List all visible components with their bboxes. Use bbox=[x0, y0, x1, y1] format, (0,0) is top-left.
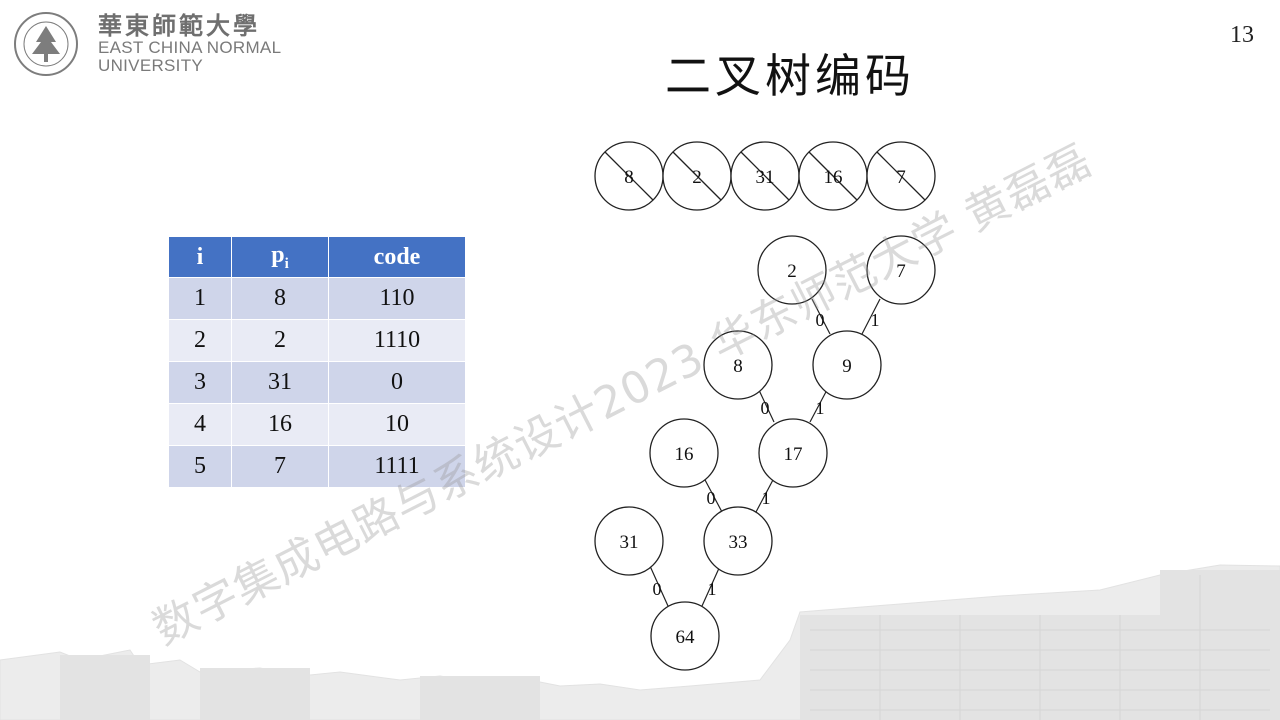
edge-label: 1 bbox=[762, 488, 771, 508]
edge-label: 0 bbox=[707, 488, 716, 508]
tree-node-label: 17 bbox=[784, 444, 803, 465]
edge-label: 1 bbox=[816, 398, 825, 418]
crossed-node: 16 bbox=[798, 141, 868, 211]
crossed-node-label: 7 bbox=[896, 167, 906, 188]
crossed-node: 8 bbox=[594, 141, 664, 211]
crossed-node: 31 bbox=[730, 141, 800, 211]
tree-node: 64 bbox=[650, 601, 720, 671]
tree-node-label: 16 bbox=[675, 444, 694, 465]
tree-node: 17 bbox=[758, 418, 828, 488]
tree-node: 9 bbox=[812, 330, 882, 400]
crossed-node-label: 2 bbox=[692, 167, 702, 188]
edge-label: 0 bbox=[653, 579, 662, 599]
crossed-node-label: 8 bbox=[624, 167, 634, 188]
tree-node-label: 64 bbox=[676, 627, 696, 648]
edge-label: 1 bbox=[708, 579, 717, 599]
tree-node-label: 31 bbox=[620, 532, 639, 553]
edge-label: 1 bbox=[871, 310, 880, 330]
crossed-node-label: 31 bbox=[756, 167, 775, 188]
tree-node: 16 bbox=[649, 418, 719, 488]
crossed-node: 2 bbox=[662, 141, 732, 211]
tree-node-label: 33 bbox=[729, 532, 748, 553]
tree-node-label: 9 bbox=[842, 356, 852, 377]
crossed-node-label: 16 bbox=[824, 167, 843, 188]
edge-label: 0 bbox=[761, 398, 770, 418]
tree-node: 33 bbox=[703, 506, 773, 576]
tree-node: 31 bbox=[594, 506, 664, 576]
